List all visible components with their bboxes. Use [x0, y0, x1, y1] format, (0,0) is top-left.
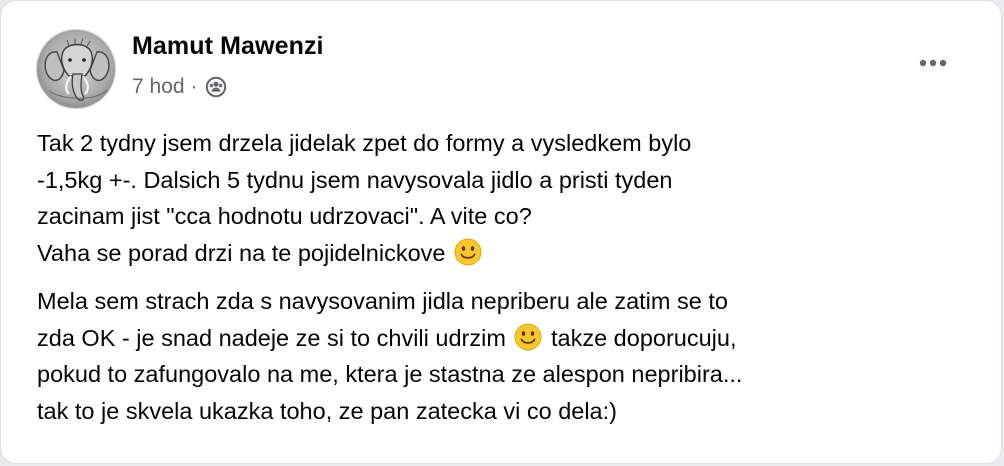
post-paragraph: Tak 2 tydny jsem drzela jidelak zpet do …	[37, 125, 977, 271]
post-line: zda OK - je snad nadeje ze si to chvili …	[37, 320, 977, 357]
friends-icon[interactable]	[205, 76, 227, 98]
post-line-text: Vaha se porad drzi na te pojidelnickove	[37, 239, 452, 266]
elephant-avatar-image	[37, 30, 115, 108]
post-time[interactable]: 7 hod	[132, 75, 185, 99]
post-meta: 7 hod ·	[132, 74, 227, 100]
post-line: -1,5kg +-. Dalsich 5 tydnu jsem navysova…	[37, 166, 673, 193]
post-body: Tak 2 tydny jsem drzela jidelak zpet do …	[37, 125, 977, 429]
post-line: pokud to zafungovalo na me, ktera je sta…	[37, 361, 743, 387]
smile-emoji-icon	[513, 322, 543, 352]
smile-emoji-icon	[453, 237, 483, 267]
post-line: Vaha se porad drzi na te pojidelnickove	[37, 235, 977, 272]
post-line-text: zda OK - je snad nadeje ze si to chvili …	[37, 324, 513, 351]
more-options-button[interactable]	[911, 45, 955, 81]
author-name[interactable]: Mamut Mawenzi	[132, 32, 324, 61]
post-line: zacinam jist "cca hodnotu udrzovaci". A …	[37, 203, 532, 229]
post-line-text: takze doporucuju,	[544, 324, 737, 351]
post-line: Mela sem strach zda s navysovanim jidla …	[37, 288, 728, 314]
post-line: Tak 2 tydny jsem drzela jidelak zpet do …	[37, 130, 692, 156]
more-horizontal-icon	[919, 59, 947, 67]
meta-separator: ·	[190, 75, 198, 98]
avatar[interactable]	[36, 29, 116, 109]
post-line: tak to je skvela ukazka toho, ze pan zat…	[37, 397, 617, 424]
post-paragraph: Mela sem strach zda s navysovanim jidla …	[37, 283, 977, 429]
post-card: Mamut Mawenzi 7 hod · Tak 2 tydny jsem d…	[0, 0, 1002, 464]
